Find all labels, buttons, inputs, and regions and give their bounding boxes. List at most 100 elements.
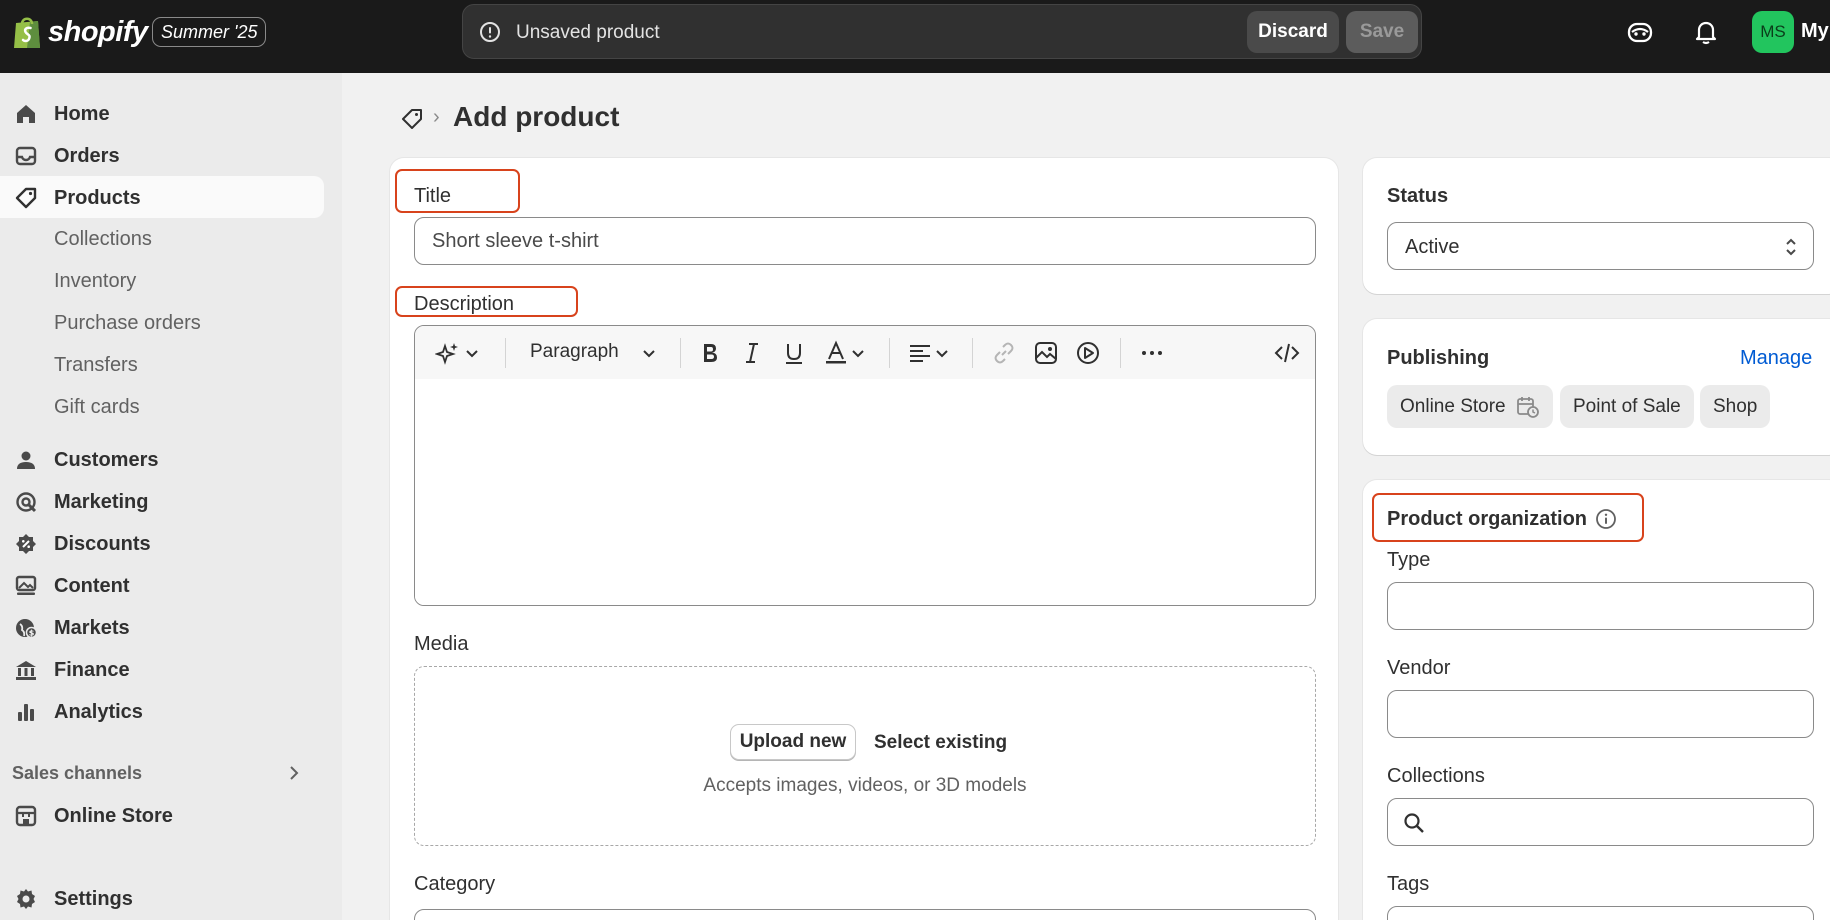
shopify-bag-icon [14, 17, 40, 48]
channel-chip-label: Shop [1713, 395, 1758, 417]
sidebar-subitem-transfers[interactable]: Transfers [54, 354, 138, 377]
type-input[interactable] [1387, 582, 1814, 630]
align-left-icon[interactable] [907, 340, 933, 366]
sidebar-item-content[interactable]: Content [0, 564, 342, 606]
sidekick-icon[interactable] [1626, 18, 1654, 46]
description-textarea[interactable] [415, 379, 1315, 605]
sidebar-item-home[interactable]: Home [0, 92, 342, 134]
top-bar: shopify Summer '25 Unsaved product Disca… [0, 0, 1830, 73]
sidebar-item-label: Customers [54, 449, 159, 471]
underline-icon[interactable] [781, 340, 807, 366]
upload-new-button[interactable]: Upload new [730, 724, 856, 760]
text-color-icon[interactable] [823, 340, 849, 366]
sidebar-subitem-collections[interactable]: Collections [54, 228, 152, 251]
description-editor: Paragraph [414, 325, 1316, 606]
sidebar-item-label: Online Store [54, 805, 173, 827]
insert-video-icon[interactable] [1075, 340, 1101, 366]
channel-chip-label: Point of Sale [1573, 395, 1681, 417]
chevron-down-icon[interactable] [640, 340, 658, 366]
product-organization-highlight [1372, 493, 1644, 542]
code-icon[interactable] [1274, 340, 1300, 366]
toolbar-divider [972, 338, 973, 368]
sidebar-item-marketing[interactable]: Marketing [0, 480, 342, 522]
description-label-highlight [395, 286, 578, 317]
sidebar: Home Orders Products Collections Invento… [0, 73, 342, 920]
channel-chip-label: Online Store [1400, 395, 1506, 417]
bold-icon[interactable] [697, 340, 723, 366]
sidebar-item-discounts[interactable]: Discounts [0, 522, 342, 564]
tags-label: Tags [1387, 873, 1430, 895]
manage-publishing-link[interactable]: Manage [1740, 347, 1812, 370]
sidebar-item-settings[interactable]: Settings [0, 877, 342, 919]
save-button[interactable]: Save [1346, 11, 1418, 53]
editor-toolbar: Paragraph [415, 326, 1315, 379]
chevron-down-icon[interactable] [933, 340, 951, 366]
media-label: Media [414, 633, 469, 655]
sidebar-item-products[interactable]: Products [0, 176, 324, 218]
vendor-label: Vendor [1387, 657, 1451, 679]
breadcrumb-separator: › [433, 106, 440, 128]
sidebar-item-online-store[interactable]: Online Store [0, 794, 342, 836]
collections-search-input[interactable] [1387, 798, 1814, 846]
more-horizontal-icon[interactable] [1139, 340, 1165, 366]
chevron-down-icon[interactable] [463, 340, 481, 366]
edition-badge[interactable]: Summer '25 [152, 17, 267, 47]
sidebar-subitem-inventory[interactable]: Inventory [54, 270, 136, 293]
select-existing-button[interactable]: Select existing [874, 732, 1007, 754]
bell-icon[interactable] [1692, 18, 1720, 46]
status-title: Status [1387, 185, 1449, 207]
channel-chip-shop[interactable]: Shop [1700, 385, 1771, 428]
bank-icon [16, 661, 36, 680]
sidebar-item-markets[interactable]: $ Markets [0, 606, 342, 648]
italic-icon[interactable] [739, 340, 765, 366]
sidebar-item-analytics[interactable]: Analytics [0, 690, 342, 732]
sidebar-subitem-gift-cards[interactable]: Gift cards [54, 396, 140, 419]
inbox-icon [15, 146, 37, 166]
vendor-input[interactable] [1387, 690, 1814, 738]
tags-input[interactable] [1387, 906, 1814, 920]
link-icon[interactable] [991, 340, 1017, 366]
unsaved-status-text: Unsaved product [516, 22, 660, 43]
sidebar-item-customers[interactable]: Customers [0, 438, 342, 480]
title-label-highlight [395, 169, 520, 213]
person-icon [17, 451, 35, 469]
channel-chip-point-of-sale[interactable]: Point of Sale [1560, 385, 1694, 428]
sidebar-item-label: Marketing [54, 491, 149, 513]
collections-label: Collections [1387, 765, 1485, 787]
tag-icon[interactable] [400, 107, 424, 131]
channel-chip-online-store[interactable]: Online Store [1387, 385, 1553, 428]
toolbar-divider [505, 338, 506, 368]
magic-sparkle-icon[interactable] [435, 340, 461, 366]
image-icon [15, 575, 37, 595]
alert-circle-icon [480, 22, 500, 42]
category-label: Category [414, 873, 496, 895]
sidebar-item-orders[interactable]: Orders [0, 134, 342, 176]
chevron-down-icon[interactable] [849, 340, 867, 366]
discard-button[interactable]: Discard [1247, 11, 1339, 53]
avatar[interactable]: MS [1752, 11, 1794, 53]
chevron-right-icon[interactable] [284, 763, 304, 783]
type-label: Type [1387, 549, 1431, 571]
sidebar-subitem-purchase-orders[interactable]: Purchase orders [54, 312, 201, 335]
gear-icon [17, 889, 35, 909]
globe-icon: $ [16, 619, 38, 639]
sidebar-item-label: Home [54, 103, 110, 125]
sales-channels-heading[interactable]: Sales channels [12, 763, 142, 784]
media-hint: Accepts images, videos, or 3D models [703, 775, 1027, 796]
insert-image-icon[interactable] [1033, 340, 1059, 366]
sidebar-item-label: Markets [54, 617, 130, 639]
discount-icon [16, 534, 36, 554]
title-input[interactable]: Short sleeve t-shirt [414, 217, 1316, 265]
select-arrows-icon [1786, 238, 1796, 256]
toolbar-divider [889, 338, 890, 368]
category-input[interactable] [414, 909, 1316, 920]
shopify-logo[interactable]: shopify [12, 14, 148, 50]
sidebar-item-finance[interactable]: Finance [0, 648, 342, 690]
store-icon [15, 805, 37, 827]
status-select[interactable]: Active [1387, 222, 1814, 270]
svg-text:$: $ [29, 629, 35, 638]
status-select-value: Active [1405, 236, 1460, 258]
paragraph-format-select[interactable]: Paragraph [530, 341, 619, 363]
store-name[interactable]: My [1801, 20, 1829, 43]
media-dropzone[interactable]: Upload new Select existing Accepts image… [414, 666, 1316, 846]
